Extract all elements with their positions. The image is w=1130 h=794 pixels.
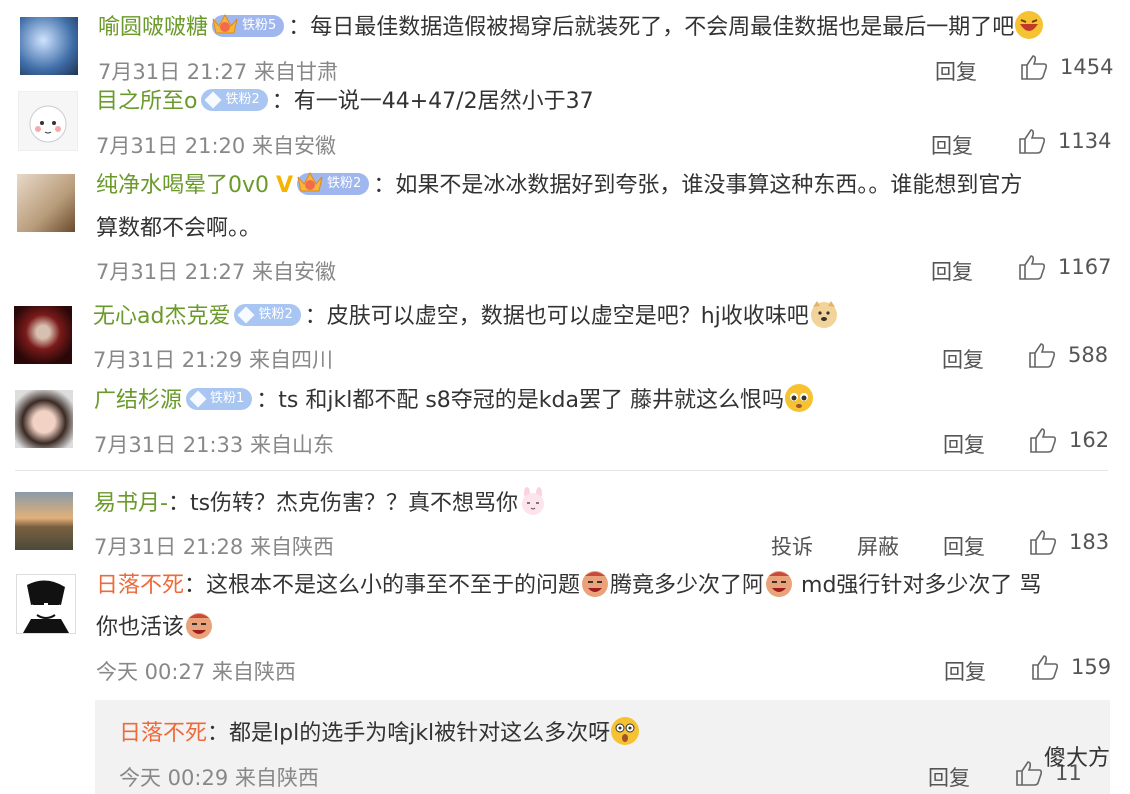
comment-line: 日落不死：这根本不是这么小的事至不至于的问题 腾竟多少次了阿 md强行针对多少次了… <box>96 570 1041 602</box>
reply-button[interactable]: 回复 <box>943 531 985 561</box>
username[interactable]: 纯净水喝晕了0v0 <box>96 173 269 198</box>
reply-line: 日落不死：都是lpl的选手为啥jkl被针对这么多次呀 <box>119 717 640 750</box>
reply-button[interactable]: 回复 <box>935 56 977 86</box>
username[interactable]: 目之所至o <box>96 89 197 114</box>
comment-line-continued: 你也活该 <box>96 612 214 644</box>
timestamp: 7月31日 21:29 来自四川 <box>93 348 333 372</box>
timestamp: 7月31日 21:33 来自山东 <box>94 433 334 457</box>
comment-text: ：每日最佳数据造假被揭穿后就装死了，不会周最佳数据也是最后一期了吧 <box>288 15 1015 40</box>
like-button[interactable]: 162 <box>1029 427 1109 453</box>
shocked-emoji-icon <box>611 717 640 745</box>
comment-line: 纯净水喝晕了0v0 V 铁粉2 ：如果不是冰冰数据好到夸张，谁没事算这种东西。。谁能… <box>96 170 1022 202</box>
diamond-icon <box>237 306 255 324</box>
comment-text: ：都是lpl的选手为啥jkl被针对这么多次呀 <box>207 721 611 746</box>
pleading-emoji-icon <box>784 384 813 412</box>
avatar[interactable] <box>18 91 78 151</box>
avatar[interactable] <box>17 174 75 232</box>
like-count: 183 <box>1069 530 1110 554</box>
comment-text: ：有一说一44+47/2居然小于37 <box>271 89 594 114</box>
like-count: 1454 <box>1060 55 1114 79</box>
username[interactable]: 广结杉源 <box>94 388 182 413</box>
username[interactable]: 喻圆啵啵糖 <box>98 15 208 40</box>
comment-text: ：ts 和jkl都不配 s8夺冠的是kda罢了 藤井就这么恨吗 <box>256 388 784 413</box>
crown-icon <box>297 171 323 192</box>
section-divider <box>15 470 1108 471</box>
comment-text: ：这根本不是这么小的事至不至于的问题 <box>184 573 581 598</box>
fan-badge[interactable]: 铁粉1 <box>186 388 253 410</box>
like-button[interactable]: 588 <box>1028 342 1108 368</box>
username[interactable]: 易书月- <box>94 491 168 516</box>
timestamp: 今天 00:29 来自陕西 <box>119 766 319 790</box>
username[interactable]: 无心ad杰克爱 <box>93 304 230 329</box>
bunny-emoji-icon <box>522 487 545 515</box>
comment-text: ：皮肤可以虚空，数据也可以虚空是吧？hj收收味吧 <box>304 304 809 329</box>
avatar[interactable] <box>16 574 76 634</box>
timestamp: 7月31日 21:28 来自陕西 <box>94 535 334 559</box>
avatar[interactable] <box>20 17 78 75</box>
timestamp: 7月31日 21:20 来自安徽 <box>96 134 336 158</box>
thumbs-up-icon <box>1029 343 1056 368</box>
comment-text: ：如果不是冰冰数据好到夸张，谁没事算这种东西。。谁能想到官方 <box>373 173 1023 198</box>
comment-line: 喻圆啵啵糖 铁粉5 ：每日最佳数据造假被揭穿后就装死了，不会周最佳数据也是最后一期了… <box>98 11 1044 44</box>
like-button[interactable]: 1134 <box>1018 128 1111 154</box>
doge-emoji-icon <box>810 301 837 328</box>
reply-button[interactable]: 回复 <box>942 344 984 374</box>
crying-emoji-icon <box>582 571 609 597</box>
comment-line: 易书月-：ts伤转？杰克伤害？？真不想骂你 <box>94 487 548 520</box>
block-button[interactable]: 屏蔽 <box>857 531 899 561</box>
thumbs-up-icon <box>1019 255 1046 280</box>
username[interactable]: 日落不死 <box>96 573 184 598</box>
thumbs-up-icon <box>1016 761 1043 786</box>
reply-button[interactable]: 回复 <box>928 762 970 792</box>
timestamp: 7月31日 21:27 来自甘肃 <box>98 60 338 84</box>
watermark: 傻大方 <box>1043 746 1110 771</box>
like-button[interactable]: 1454 <box>1020 54 1113 80</box>
thumbs-up-icon <box>1030 530 1057 555</box>
timestamp: 7月31日 21:27 来自安徽 <box>96 260 336 284</box>
like-count: 1134 <box>1058 129 1112 153</box>
like-count: 159 <box>1071 655 1112 679</box>
reply-button[interactable]: 回复 <box>943 429 985 459</box>
diamond-icon <box>189 390 207 408</box>
fan-badge[interactable]: 铁粉5 <box>212 13 285 37</box>
cartoon-face-icon <box>29 105 67 143</box>
reply-button[interactable]: 回复 <box>931 256 973 286</box>
avatar[interactable] <box>14 306 72 364</box>
sketch-avatar-icon <box>23 580 69 633</box>
like-button[interactable]: 183 <box>1029 529 1109 555</box>
comment-text: 你也活该 <box>96 615 185 640</box>
thumbs-up-icon <box>1021 55 1048 80</box>
crown-icon <box>212 13 238 34</box>
verified-icon: V <box>276 173 294 198</box>
like-count: 1167 <box>1058 255 1112 279</box>
thumbs-up-icon <box>1030 428 1057 453</box>
like-count: 588 <box>1068 343 1109 367</box>
comment-line: 目之所至o 铁粉2 ：有一说一44+47/2居然小于37 <box>96 86 594 118</box>
comment-text: ：ts伤转？杰克伤害？？真不想骂你 <box>167 491 519 516</box>
like-count: 162 <box>1069 428 1110 452</box>
thumbs-up-icon <box>1019 129 1046 154</box>
comment-text: md强行针对多少次了 骂 <box>794 573 1042 598</box>
timestamp: 今天 00:27 来自陕西 <box>96 660 296 684</box>
laugh-emoji-icon <box>1015 11 1044 39</box>
diamond-icon <box>204 91 222 109</box>
thumbs-up-icon <box>1032 655 1059 680</box>
avatar[interactable] <box>15 492 73 550</box>
avatar[interactable] <box>15 390 73 448</box>
like-button[interactable]: 1167 <box>1018 254 1111 280</box>
comment-line: 广结杉源 铁粉1 ：ts 和jkl都不配 s8夺冠的是kda罢了 藤井就这么恨吗 <box>94 384 814 417</box>
comment-text-continued: 算数都不会啊。。 <box>96 216 262 241</box>
comment-text: 腾竟多少次了阿 <box>610 573 765 598</box>
crying-emoji-icon <box>186 613 213 639</box>
fan-badge[interactable]: 铁粉2 <box>201 89 268 111</box>
crying-emoji-icon <box>766 571 793 597</box>
reply-button[interactable]: 回复 <box>944 656 986 686</box>
complain-button[interactable]: 投诉 <box>771 531 813 561</box>
fan-badge[interactable]: 铁粉2 <box>234 304 301 326</box>
username[interactable]: 日落不死 <box>119 721 207 746</box>
like-button[interactable]: 159 <box>1031 654 1111 680</box>
comment-line: 无心ad杰克爱 铁粉2 ：皮肤可以虚空，数据也可以虚空是吧？hj收收味吧 <box>93 301 839 333</box>
reply-button[interactable]: 回复 <box>931 130 973 160</box>
fan-badge[interactable]: 铁粉2 <box>297 171 370 195</box>
